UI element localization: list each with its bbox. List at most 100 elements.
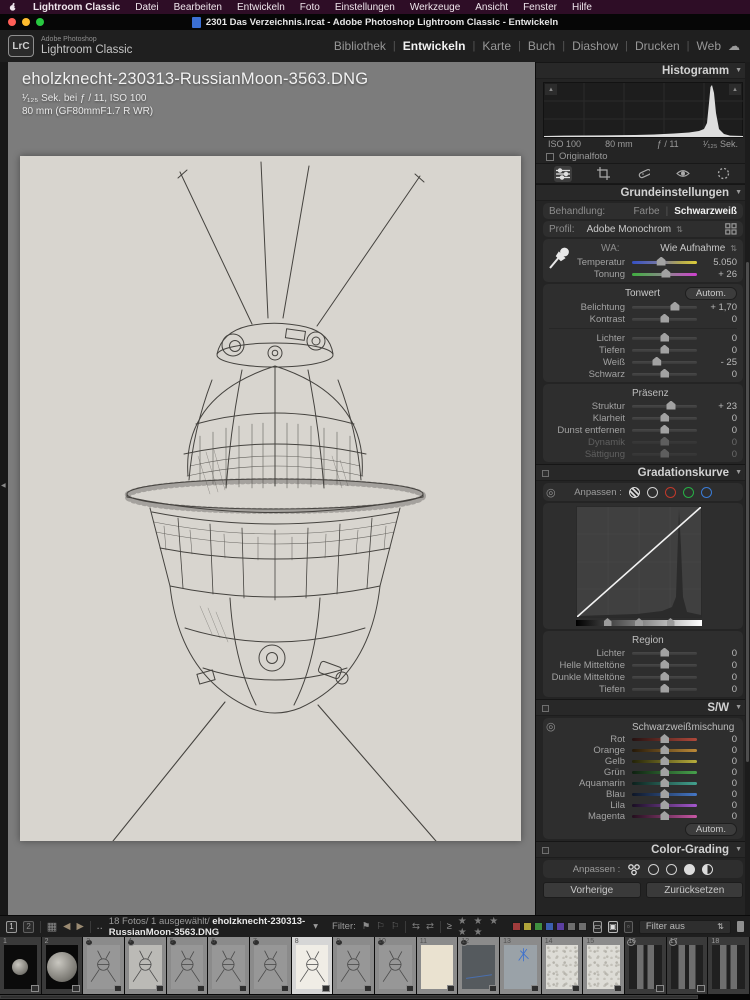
filmstrip-thumb-17[interactable]: 17 bbox=[667, 937, 709, 994]
slider-track[interactable] bbox=[632, 793, 697, 796]
masking-tool-icon[interactable] bbox=[714, 166, 732, 182]
profile-row[interactable]: Profil: Adobe Monochrom ⇅ bbox=[543, 221, 743, 237]
color-label-chip[interactable] bbox=[556, 922, 565, 931]
color-label-chip[interactable] bbox=[523, 922, 532, 931]
slider-tiefen[interactable]: Tiefen0 bbox=[549, 344, 737, 356]
scrollbar-thumb[interactable] bbox=[746, 262, 749, 762]
filmstrip-thumb-18[interactable]: 18 bbox=[708, 937, 750, 994]
thumb-image[interactable] bbox=[671, 945, 704, 989]
filmstrip-thumb-13[interactable]: 13 bbox=[500, 937, 542, 994]
filmstrip-thumb-12[interactable]: 12 bbox=[458, 937, 500, 994]
slider-helle-mittelt-ne[interactable]: Helle Mitteltöne0 bbox=[549, 659, 737, 671]
slider-track[interactable] bbox=[632, 652, 697, 655]
filmstrip-thumb-9[interactable]: 9 bbox=[333, 937, 375, 994]
filmstrip-thumb-8[interactable]: 8 bbox=[292, 937, 334, 994]
filmstrip-thumb-15[interactable]: 15 bbox=[583, 937, 625, 994]
slider-track[interactable] bbox=[632, 373, 697, 376]
slider-track[interactable] bbox=[632, 318, 697, 321]
slider-gelb[interactable]: Gelb0 bbox=[549, 756, 737, 767]
slider-dunkle-mittelt-ne[interactable]: Dunkle Mitteltöne0 bbox=[549, 671, 737, 683]
wb-value[interactable]: Wie Aufnahme bbox=[660, 243, 725, 254]
panel-toggle-icon[interactable] bbox=[542, 705, 549, 712]
second-window-button[interactable]: 2 bbox=[23, 921, 34, 933]
midtones-wheel-icon[interactable] bbox=[666, 864, 677, 875]
slider-thumb[interactable] bbox=[660, 767, 669, 776]
thumb-image[interactable] bbox=[587, 945, 620, 989]
slider-track[interactable] bbox=[632, 337, 697, 340]
slider-orange[interactable]: Orange0 bbox=[549, 745, 737, 756]
menu-ansicht[interactable]: Ansicht bbox=[475, 2, 508, 13]
filmstrip-scrollbar-thumb[interactable] bbox=[0, 995, 698, 999]
cloud-sync-icon[interactable]: ☁ bbox=[728, 39, 740, 53]
edit-tool-icon[interactable] bbox=[554, 166, 572, 182]
thumb-image[interactable] bbox=[462, 945, 495, 989]
slider-track[interactable] bbox=[632, 738, 697, 741]
slider-thumb[interactable] bbox=[657, 257, 666, 266]
tone-curve-chart[interactable] bbox=[576, 506, 702, 618]
menu-entwickeln[interactable]: Entwickeln bbox=[237, 2, 285, 13]
slider-thumb[interactable] bbox=[660, 345, 669, 354]
slider-tiefen[interactable]: Tiefen0 bbox=[549, 683, 737, 695]
redeye-tool-icon[interactable] bbox=[674, 166, 692, 182]
profile-value[interactable]: Adobe Monochrom bbox=[587, 224, 672, 235]
curve-split-thumb[interactable] bbox=[604, 618, 612, 626]
treatment-color-option[interactable]: Farbe bbox=[633, 206, 659, 217]
slider-thumb[interactable] bbox=[660, 800, 669, 809]
slider-temperatur[interactable]: Temperatur5.050 bbox=[549, 256, 737, 268]
thumb-image[interactable] bbox=[171, 945, 204, 989]
thumb-image[interactable] bbox=[504, 945, 537, 989]
slider-track[interactable] bbox=[632, 664, 697, 667]
basic-panel-header[interactable]: Grundeinstellungen▼ bbox=[536, 184, 750, 201]
slider-track[interactable] bbox=[632, 688, 697, 691]
slider-track[interactable] bbox=[632, 760, 697, 763]
slider-wei[interactable]: Weiß- 25 bbox=[549, 356, 737, 368]
photo-satellite-sketch[interactable] bbox=[20, 156, 521, 841]
slider-thumb[interactable] bbox=[661, 269, 670, 278]
filmstrip-thumb-3[interactable]: 3 bbox=[83, 937, 125, 994]
slider-track[interactable] bbox=[632, 405, 697, 408]
slider-track[interactable] bbox=[632, 453, 697, 456]
wb-eyedropper-icon[interactable] bbox=[547, 245, 569, 271]
filmstrip-thumb-11[interactable]: 11 bbox=[417, 937, 459, 994]
slider-track[interactable] bbox=[632, 815, 697, 818]
slider-blau[interactable]: Blau0 bbox=[549, 789, 737, 800]
edit-filter-icon[interactable]: ⇆ bbox=[412, 921, 420, 932]
profile-updown-icon[interactable]: ⇅ bbox=[676, 225, 683, 234]
slider-thumb[interactable] bbox=[660, 449, 669, 458]
bw-panel-header[interactable]: S/W▼ bbox=[536, 699, 750, 716]
filmstrip-source-button[interactable]: ▣ bbox=[608, 921, 618, 933]
curve-gradient-strip[interactable] bbox=[576, 620, 702, 626]
slider-thumb[interactable] bbox=[660, 756, 669, 765]
star-rating-filter[interactable]: ★ ★ ★ ★ ★ bbox=[458, 916, 506, 938]
filmstrip-thumb-10[interactable]: 10 bbox=[375, 937, 417, 994]
menu-foto[interactable]: Foto bbox=[300, 2, 320, 13]
image-canvas[interactable]: eholzknecht-230313-RussianMoon-3563.DNG … bbox=[8, 62, 535, 915]
bw-auto-button[interactable]: Autom. bbox=[685, 823, 737, 836]
previous-photo-icon[interactable]: ◀ bbox=[63, 921, 70, 932]
filmstrip-thumb-4[interactable]: 4 bbox=[125, 937, 167, 994]
slider-thumb[interactable] bbox=[660, 369, 669, 378]
histogram-header[interactable]: Histogramm▼ bbox=[536, 62, 750, 79]
original-photo-row[interactable]: Originalfoto bbox=[536, 150, 750, 163]
panel-toggle-icon[interactable] bbox=[542, 470, 549, 477]
thumb-image[interactable] bbox=[254, 945, 287, 989]
flag-reject-icon[interactable]: ⚐ bbox=[391, 921, 400, 932]
point-curve-icon[interactable] bbox=[647, 487, 658, 498]
wb-updown-icon[interactable]: ⇅ bbox=[730, 244, 737, 253]
left-panel-arrow-icon[interactable]: ◀ bbox=[1, 482, 6, 489]
slider-track[interactable] bbox=[632, 429, 697, 432]
thumb-image[interactable] bbox=[212, 945, 245, 989]
slider-thumb[interactable] bbox=[660, 437, 669, 446]
filmstrip-thumb-1[interactable]: 1 bbox=[0, 937, 42, 994]
slider-lichter[interactable]: Lichter0 bbox=[549, 647, 737, 659]
slider-track[interactable] bbox=[632, 804, 697, 807]
slider-tonung[interactable]: Tonung+ 26 bbox=[549, 268, 737, 280]
menu-werkzeuge[interactable]: Werkzeuge bbox=[410, 2, 460, 13]
tone-auto-button[interactable]: Autom. bbox=[685, 287, 737, 300]
slider-lichter[interactable]: Lichter0 bbox=[549, 332, 737, 344]
thumb-image[interactable] bbox=[296, 945, 329, 989]
slider-thumb[interactable] bbox=[652, 357, 661, 366]
tone-curve-header[interactable]: Gradationskurve▼ bbox=[536, 464, 750, 481]
minimize-button[interactable] bbox=[22, 18, 30, 26]
slider-track[interactable] bbox=[632, 349, 697, 352]
